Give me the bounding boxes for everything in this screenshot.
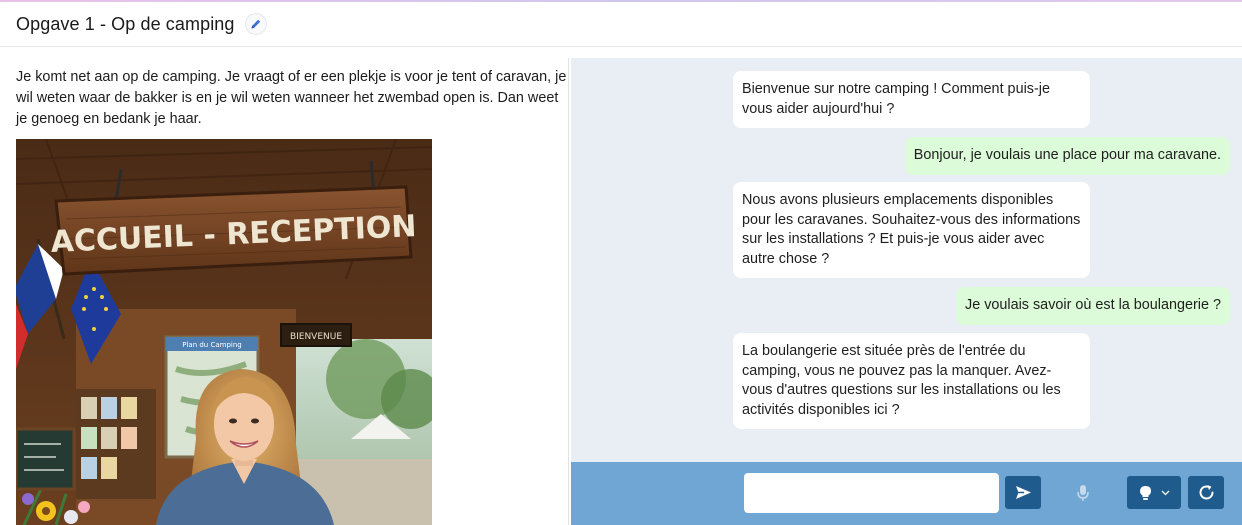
chat-input[interactable]	[744, 473, 999, 513]
send-arrow-icon	[1015, 486, 1031, 499]
panel-divider	[568, 58, 569, 525]
chat-panel: Bienvenue sur notre camping ! Comment pu…	[571, 58, 1242, 525]
message-text: Je voulais savoir où est la boulangerie …	[965, 297, 1221, 313]
message-text: Nous avons plusieurs emplacements dispon…	[742, 192, 1081, 267]
page-title: Opgave 1 - Op de camping	[16, 13, 235, 34]
message-text: Bienvenue sur notre camping ! Comment pu…	[742, 81, 1050, 117]
hint-dropdown-button[interactable]	[1127, 476, 1181, 509]
map-label: Plan du Camping	[182, 341, 242, 349]
message-text: Bonjour, je voulais une place pour ma ca…	[913, 147, 1221, 163]
bot-message: Bienvenue sur notre camping ! Comment pu…	[733, 71, 1090, 128]
microphone-button[interactable]	[1075, 482, 1091, 504]
bienvenue-sign: BIENVENUE	[290, 332, 342, 342]
edit-title-button[interactable]	[244, 13, 267, 35]
message-text: La boulangerie est située près de l'entr…	[742, 343, 1061, 418]
pencil-icon	[251, 19, 260, 29]
task-panel: Je komt net aan op de camping. Je vraagt…	[0, 48, 569, 525]
bot-message: La boulangerie est située près de l'entr…	[733, 333, 1090, 429]
chat-input-bar	[571, 462, 1242, 525]
restart-button[interactable]	[1188, 476, 1224, 509]
refresh-icon	[1199, 485, 1213, 500]
user-message: Je voulais savoir où est la boulangerie …	[956, 287, 1230, 325]
page-header: Opgave 1 - Op de camping	[0, 2, 1242, 47]
microphone-icon	[1077, 485, 1089, 501]
chevron-down-icon	[1161, 490, 1169, 495]
camping-reception-photo: Plan du Camping BIENVENUE ACCUEIL - RECE…	[16, 139, 432, 525]
send-button[interactable]	[1005, 476, 1041, 509]
task-description: Je komt net aan op de camping. Je vraagt…	[16, 69, 567, 127]
bot-message: Nous avons plusieurs emplacements dispon…	[733, 182, 1090, 278]
lightbulb-icon	[1139, 485, 1151, 500]
user-message: Bonjour, je voulais une place pour ma ca…	[904, 137, 1230, 175]
chat-messages: Bienvenue sur notre camping ! Comment pu…	[571, 58, 1242, 462]
